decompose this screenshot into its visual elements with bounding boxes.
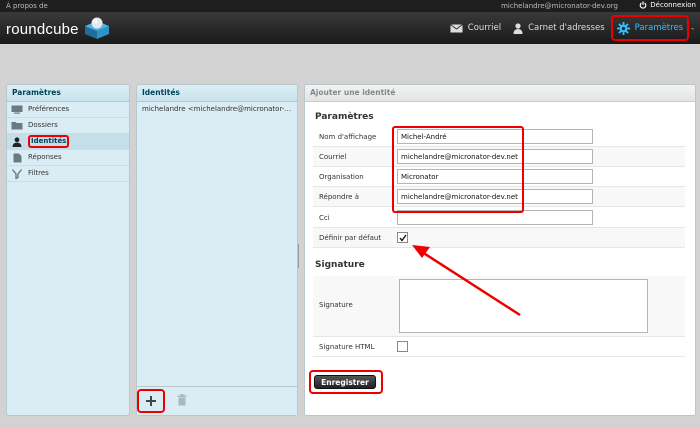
save-button[interactable]: Enregistrer (314, 375, 376, 389)
display-name-label: Nom d'affichage (319, 132, 377, 141)
logout-label: Déconnexion (650, 1, 696, 9)
top-bar: À propos de michelandre@micronator-dev.o… (0, 0, 700, 12)
settings-item-folders[interactable]: Dossiers (7, 118, 129, 134)
identities-footer (137, 386, 297, 415)
display-name-row: Nom d'affichage (313, 127, 685, 147)
document-icon (11, 153, 23, 163)
settings-panel: Paramètres Préférences Dossiers Identité… (6, 84, 130, 416)
delete-identity-button[interactable] (175, 390, 189, 410)
save-highlight: Enregistrer (309, 370, 383, 394)
bcc-label: Cci (319, 213, 330, 222)
envelope-icon (449, 23, 463, 32)
funnel-icon (11, 168, 23, 179)
settings-item-label: Filtres (28, 169, 49, 177)
section-signature-title: Signature (315, 260, 365, 270)
nav-addressbook[interactable]: Carnet d'adresses (507, 17, 611, 39)
gear-icon (616, 21, 630, 35)
logout-button[interactable]: Déconnexion (639, 1, 696, 9)
form-panel-title: Ajouter une identité (305, 85, 695, 102)
display-name-input[interactable] (397, 129, 593, 144)
settings-item-preferences[interactable]: Préférences (7, 102, 129, 118)
identities-panel-title: Identités (137, 85, 297, 102)
signature-textarea[interactable] (399, 279, 648, 333)
html-signature-checkbox[interactable] (397, 341, 408, 352)
default-checkbox[interactable] (397, 232, 408, 243)
signature-label: Signature (319, 301, 353, 309)
person-icon (513, 22, 523, 34)
plus-icon (146, 396, 156, 406)
person-icon (11, 136, 23, 147)
user-email: michelandre@micronator-dev.org (501, 2, 618, 10)
trash-icon (177, 394, 187, 406)
settings-item-label: Préférences (28, 105, 70, 113)
panel-splitter[interactable] (298, 244, 301, 268)
nav-addressbook-label: Carnet d'adresses (528, 23, 605, 33)
email-label: Courriel (319, 152, 347, 161)
logo-text: roundcube (6, 20, 79, 38)
organization-input[interactable] (397, 169, 593, 184)
main-nav: Courriel Carnet d'adresses Paramètres - (444, 15, 694, 41)
bcc-input[interactable] (397, 210, 593, 225)
nav-mail[interactable]: Courriel (444, 17, 507, 39)
settings-item-label: Identités (28, 135, 70, 148)
reply-to-input[interactable] (397, 189, 593, 204)
logo[interactable]: roundcube (6, 16, 111, 42)
section-params-title: Paramètres (315, 112, 374, 122)
html-signature-row: Signature HTML (313, 337, 685, 357)
bcc-row: Cci (313, 208, 685, 228)
settings-item-responses[interactable]: Réponses (7, 150, 129, 166)
identities-panel: Identités michelandre <michelandre@micro… (136, 84, 298, 416)
html-signature-label: Signature HTML (319, 342, 375, 351)
nav-settings[interactable]: Paramètres (610, 15, 690, 41)
signature-row: Signature (313, 276, 685, 337)
monitor-icon (11, 105, 23, 115)
identity-form-panel: Ajouter une identité Paramètres Nom d'af… (304, 84, 696, 416)
app-header: roundcube Courriel Carnet d'adresses Par… (0, 12, 700, 44)
settings-item-identities[interactable]: Identités (7, 134, 129, 150)
default-row: Définir par défaut (313, 228, 685, 248)
cube-logo-icon (83, 16, 111, 42)
settings-item-label: Dossiers (28, 121, 58, 129)
checkmark-icon (398, 234, 407, 242)
default-label: Définir par défaut (319, 233, 382, 242)
power-icon (639, 1, 647, 9)
add-identity-button[interactable] (137, 389, 165, 413)
about-link[interactable]: À propos de (6, 2, 48, 10)
reply-to-label: Répondre à (319, 192, 360, 201)
nav-trailing-dash: - (691, 23, 694, 33)
settings-panel-title: Paramètres (7, 85, 129, 102)
email-input[interactable] (397, 149, 593, 164)
organization-row: Organisation (313, 167, 685, 187)
identity-item[interactable]: michelandre <michelandre@micronator-... (137, 102, 297, 117)
settings-item-label: Réponses (28, 153, 62, 161)
folder-icon (11, 121, 23, 131)
nav-mail-label: Courriel (467, 23, 502, 33)
settings-item-filters[interactable]: Filtres (7, 166, 129, 182)
reply-to-row: Répondre à (313, 187, 685, 207)
organization-label: Organisation (319, 172, 364, 181)
email-row: Courriel (313, 147, 685, 167)
nav-settings-label: Paramètres (634, 23, 684, 33)
